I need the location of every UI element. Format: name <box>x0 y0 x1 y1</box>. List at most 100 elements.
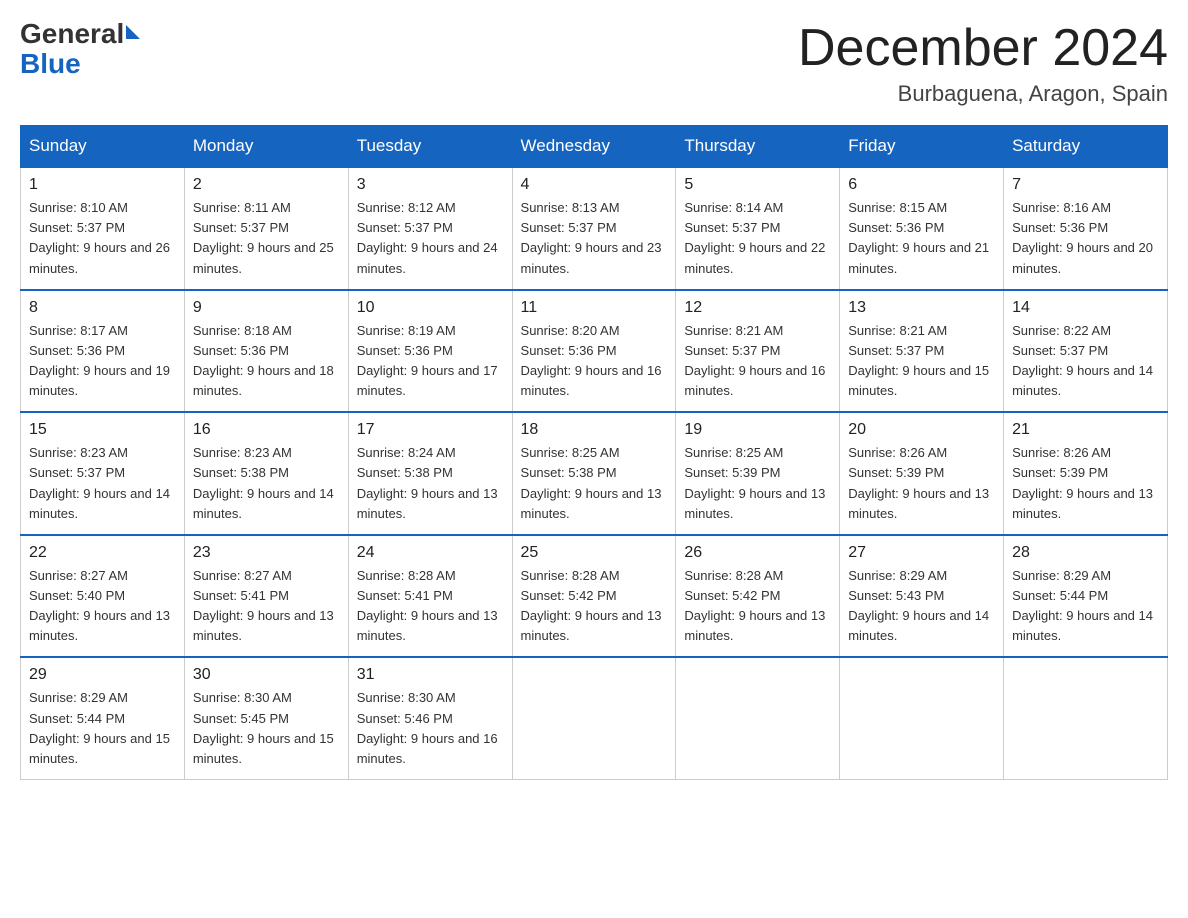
header-tuesday: Tuesday <box>348 126 512 168</box>
day-info: Sunrise: 8:19 AMSunset: 5:36 PMDaylight:… <box>357 323 498 398</box>
table-row: 25 Sunrise: 8:28 AMSunset: 5:42 PMDaylig… <box>512 535 676 658</box>
day-number: 5 <box>684 176 831 194</box>
calendar-week-row: 8 Sunrise: 8:17 AMSunset: 5:36 PMDayligh… <box>21 290 1168 413</box>
day-info: Sunrise: 8:25 AMSunset: 5:39 PMDaylight:… <box>684 445 825 520</box>
table-row: 13 Sunrise: 8:21 AMSunset: 5:37 PMDaylig… <box>840 290 1004 413</box>
day-number: 19 <box>684 421 831 439</box>
header: General Blue December 2024 Burbaguena, A… <box>20 20 1168 107</box>
day-number: 28 <box>1012 544 1159 562</box>
day-number: 12 <box>684 299 831 317</box>
table-row: 17 Sunrise: 8:24 AMSunset: 5:38 PMDaylig… <box>348 412 512 535</box>
title-area: December 2024 Burbaguena, Aragon, Spain <box>798 20 1168 107</box>
day-info: Sunrise: 8:29 AMSunset: 5:43 PMDaylight:… <box>848 568 989 643</box>
table-row <box>676 657 840 779</box>
table-row: 21 Sunrise: 8:26 AMSunset: 5:39 PMDaylig… <box>1004 412 1168 535</box>
day-info: Sunrise: 8:21 AMSunset: 5:37 PMDaylight:… <box>848 323 989 398</box>
calendar-table: Sunday Monday Tuesday Wednesday Thursday… <box>20 125 1168 780</box>
table-row: 5 Sunrise: 8:14 AMSunset: 5:37 PMDayligh… <box>676 167 840 290</box>
table-row: 31 Sunrise: 8:30 AMSunset: 5:46 PMDaylig… <box>348 657 512 779</box>
day-info: Sunrise: 8:12 AMSunset: 5:37 PMDaylight:… <box>357 200 498 275</box>
table-row: 2 Sunrise: 8:11 AMSunset: 5:37 PMDayligh… <box>184 167 348 290</box>
day-info: Sunrise: 8:24 AMSunset: 5:38 PMDaylight:… <box>357 445 498 520</box>
day-number: 9 <box>193 299 340 317</box>
table-row: 15 Sunrise: 8:23 AMSunset: 5:37 PMDaylig… <box>21 412 185 535</box>
table-row: 8 Sunrise: 8:17 AMSunset: 5:36 PMDayligh… <box>21 290 185 413</box>
day-number: 7 <box>1012 176 1159 194</box>
day-info: Sunrise: 8:17 AMSunset: 5:36 PMDaylight:… <box>29 323 170 398</box>
day-info: Sunrise: 8:13 AMSunset: 5:37 PMDaylight:… <box>521 200 662 275</box>
day-info: Sunrise: 8:11 AMSunset: 5:37 PMDaylight:… <box>193 200 334 275</box>
table-row: 23 Sunrise: 8:27 AMSunset: 5:41 PMDaylig… <box>184 535 348 658</box>
day-number: 23 <box>193 544 340 562</box>
table-row: 14 Sunrise: 8:22 AMSunset: 5:37 PMDaylig… <box>1004 290 1168 413</box>
day-number: 20 <box>848 421 995 439</box>
table-row: 22 Sunrise: 8:27 AMSunset: 5:40 PMDaylig… <box>21 535 185 658</box>
month-title: December 2024 <box>798 20 1168 77</box>
day-info: Sunrise: 8:30 AMSunset: 5:45 PMDaylight:… <box>193 690 334 765</box>
header-sunday: Sunday <box>21 126 185 168</box>
day-number: 29 <box>29 666 176 684</box>
header-wednesday: Wednesday <box>512 126 676 168</box>
table-row: 20 Sunrise: 8:26 AMSunset: 5:39 PMDaylig… <box>840 412 1004 535</box>
day-number: 11 <box>521 299 668 317</box>
table-row: 10 Sunrise: 8:19 AMSunset: 5:36 PMDaylig… <box>348 290 512 413</box>
day-info: Sunrise: 8:23 AMSunset: 5:37 PMDaylight:… <box>29 445 170 520</box>
table-row: 24 Sunrise: 8:28 AMSunset: 5:41 PMDaylig… <box>348 535 512 658</box>
day-info: Sunrise: 8:28 AMSunset: 5:41 PMDaylight:… <box>357 568 498 643</box>
day-info: Sunrise: 8:27 AMSunset: 5:40 PMDaylight:… <box>29 568 170 643</box>
day-number: 13 <box>848 299 995 317</box>
table-row: 27 Sunrise: 8:29 AMSunset: 5:43 PMDaylig… <box>840 535 1004 658</box>
calendar-week-row: 1 Sunrise: 8:10 AMSunset: 5:37 PMDayligh… <box>21 167 1168 290</box>
day-number: 15 <box>29 421 176 439</box>
logo-triangle-icon <box>126 25 140 39</box>
calendar-week-row: 15 Sunrise: 8:23 AMSunset: 5:37 PMDaylig… <box>21 412 1168 535</box>
calendar-week-row: 22 Sunrise: 8:27 AMSunset: 5:40 PMDaylig… <box>21 535 1168 658</box>
day-info: Sunrise: 8:29 AMSunset: 5:44 PMDaylight:… <box>1012 568 1153 643</box>
table-row: 7 Sunrise: 8:16 AMSunset: 5:36 PMDayligh… <box>1004 167 1168 290</box>
day-number: 2 <box>193 176 340 194</box>
header-monday: Monday <box>184 126 348 168</box>
calendar-week-row: 29 Sunrise: 8:29 AMSunset: 5:44 PMDaylig… <box>21 657 1168 779</box>
table-row: 1 Sunrise: 8:10 AMSunset: 5:37 PMDayligh… <box>21 167 185 290</box>
table-row: 26 Sunrise: 8:28 AMSunset: 5:42 PMDaylig… <box>676 535 840 658</box>
day-number: 17 <box>357 421 504 439</box>
day-number: 30 <box>193 666 340 684</box>
day-number: 25 <box>521 544 668 562</box>
table-row: 18 Sunrise: 8:25 AMSunset: 5:38 PMDaylig… <box>512 412 676 535</box>
day-number: 8 <box>29 299 176 317</box>
day-number: 22 <box>29 544 176 562</box>
day-number: 14 <box>1012 299 1159 317</box>
header-friday: Friday <box>840 126 1004 168</box>
day-number: 1 <box>29 176 176 194</box>
day-info: Sunrise: 8:18 AMSunset: 5:36 PMDaylight:… <box>193 323 334 398</box>
day-info: Sunrise: 8:26 AMSunset: 5:39 PMDaylight:… <box>848 445 989 520</box>
day-number: 10 <box>357 299 504 317</box>
table-row: 19 Sunrise: 8:25 AMSunset: 5:39 PMDaylig… <box>676 412 840 535</box>
day-info: Sunrise: 8:29 AMSunset: 5:44 PMDaylight:… <box>29 690 170 765</box>
day-info: Sunrise: 8:27 AMSunset: 5:41 PMDaylight:… <box>193 568 334 643</box>
header-thursday: Thursday <box>676 126 840 168</box>
day-number: 26 <box>684 544 831 562</box>
day-number: 3 <box>357 176 504 194</box>
day-info: Sunrise: 8:25 AMSunset: 5:38 PMDaylight:… <box>521 445 662 520</box>
day-info: Sunrise: 8:22 AMSunset: 5:37 PMDaylight:… <box>1012 323 1153 398</box>
day-info: Sunrise: 8:20 AMSunset: 5:36 PMDaylight:… <box>521 323 662 398</box>
day-number: 24 <box>357 544 504 562</box>
table-row <box>512 657 676 779</box>
table-row <box>840 657 1004 779</box>
day-info: Sunrise: 8:21 AMSunset: 5:37 PMDaylight:… <box>684 323 825 398</box>
table-row: 6 Sunrise: 8:15 AMSunset: 5:36 PMDayligh… <box>840 167 1004 290</box>
table-row: 12 Sunrise: 8:21 AMSunset: 5:37 PMDaylig… <box>676 290 840 413</box>
day-number: 31 <box>357 666 504 684</box>
day-number: 18 <box>521 421 668 439</box>
day-number: 16 <box>193 421 340 439</box>
logo-general-text: General <box>20 20 124 48</box>
day-info: Sunrise: 8:10 AMSunset: 5:37 PMDaylight:… <box>29 200 170 275</box>
table-row: 11 Sunrise: 8:20 AMSunset: 5:36 PMDaylig… <box>512 290 676 413</box>
table-row: 4 Sunrise: 8:13 AMSunset: 5:37 PMDayligh… <box>512 167 676 290</box>
day-number: 4 <box>521 176 668 194</box>
table-row: 9 Sunrise: 8:18 AMSunset: 5:36 PMDayligh… <box>184 290 348 413</box>
day-info: Sunrise: 8:15 AMSunset: 5:36 PMDaylight:… <box>848 200 989 275</box>
day-headers-row: Sunday Monday Tuesday Wednesday Thursday… <box>21 126 1168 168</box>
day-number: 6 <box>848 176 995 194</box>
